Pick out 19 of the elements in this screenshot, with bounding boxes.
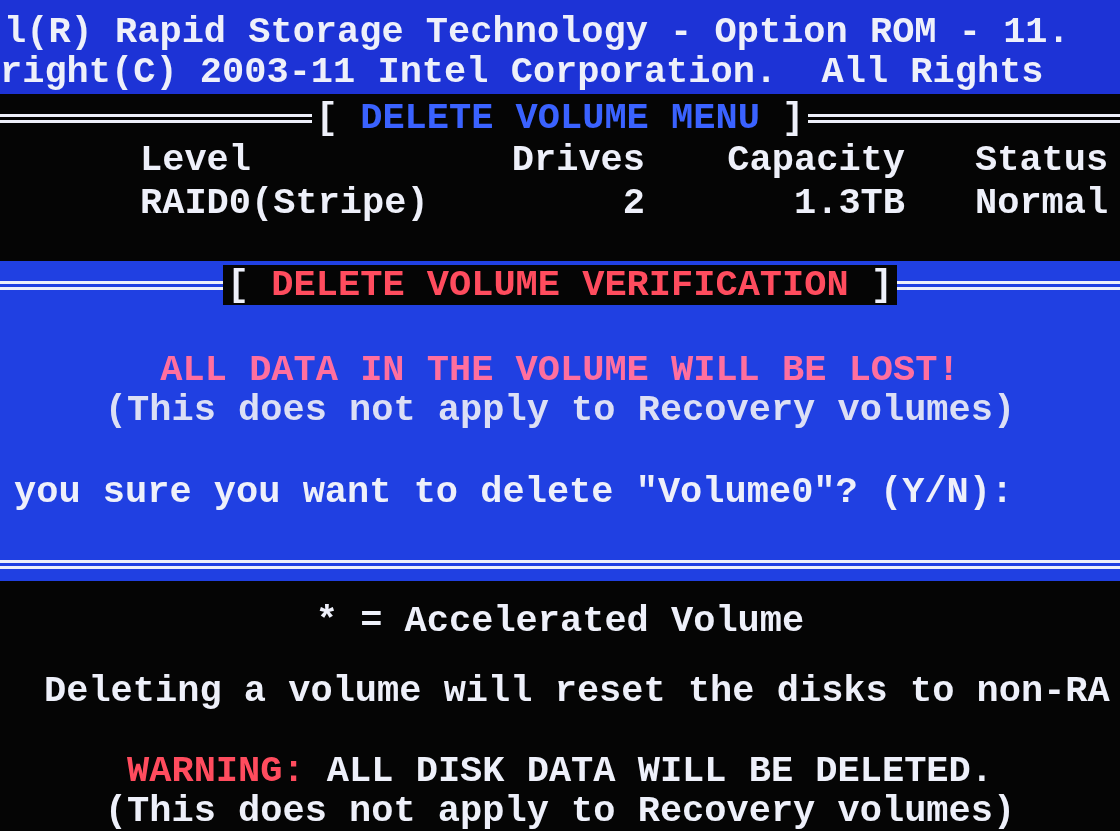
column-header: Capacity xyxy=(727,139,905,182)
table-cell: RAID0(Stripe) xyxy=(140,182,429,225)
prompt-text: you sure you want to delete "Volume0"? (Y/N): xyxy=(14,471,1014,514)
info-text: Deleting a volume will reset the disks to non-RA xyxy=(44,670,1110,712)
column-header: Level xyxy=(140,139,252,182)
warning-text: ALL DATA IN THE VOLUME WILL BE LOST! xyxy=(160,349,960,392)
table-cell: Normal xyxy=(975,182,1109,225)
menu-title: [ DELETE VOLUME MENU ] xyxy=(314,98,806,139)
legend-text: * = Accelerated Volume xyxy=(315,600,805,642)
header-text: right(C) 2003-11 Intel Corporation. All Rights xyxy=(0,52,1045,92)
column-header: Drives xyxy=(511,139,645,182)
note-text: (This does not apply to Recovery volumes) xyxy=(104,389,1016,432)
dialog-title: [ DELETE VOLUME VERIFICATION ] xyxy=(222,265,898,306)
warning-text: WARNING: ALL DISK DATA WILL BE DELETED. xyxy=(127,750,993,792)
header-text: l(R) Rapid Storage Technology - Option ROM - 11. xyxy=(3,12,1071,52)
table-cell: 1.3TB xyxy=(793,182,905,225)
note-text: (This does not apply to Recovery volumes) xyxy=(104,790,1016,831)
table-cell: 2 xyxy=(622,182,645,225)
column-header: Status xyxy=(975,139,1109,182)
